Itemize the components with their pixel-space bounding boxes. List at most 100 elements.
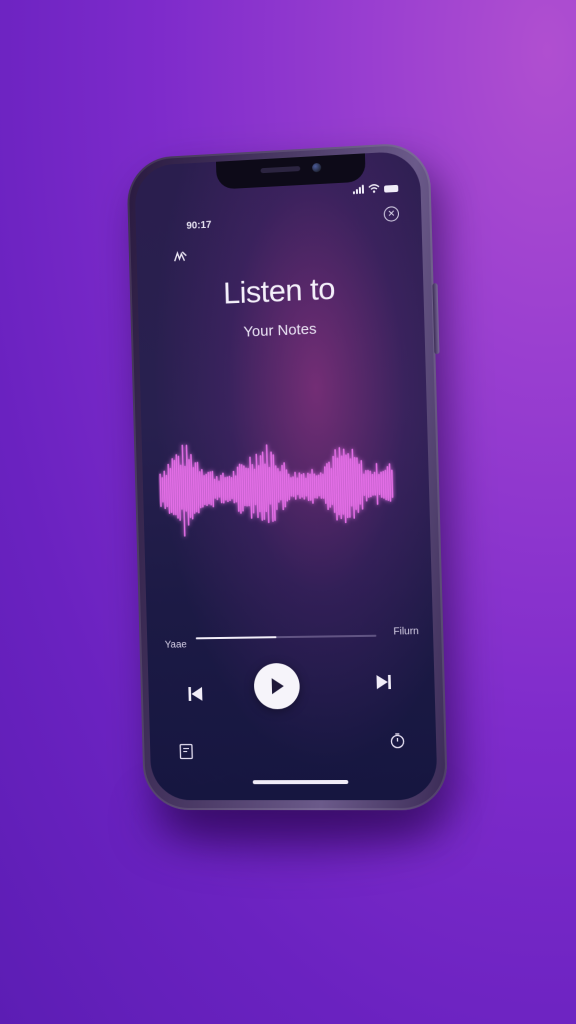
waveform-bar [300,473,303,497]
waveform-bar [368,471,369,497]
waveform-bar [372,475,373,495]
waveform-bar [310,474,311,500]
waveform-bar [281,464,285,511]
status-time: 90:17 [186,219,212,232]
waveform-bar [323,474,324,498]
waveform-bar [292,475,295,497]
waveform-bar [375,472,376,494]
waveform-bar [195,463,196,512]
waveform-bar [202,470,203,507]
waveform-bar [256,454,258,517]
waveform-bar [210,472,211,505]
battery-icon [384,184,399,193]
waveform-bar [352,449,354,518]
signal-icon [352,184,365,195]
waveform-bar [348,454,350,517]
waveform-bar [252,465,253,513]
page-subtitle: Your Notes [243,320,317,341]
waveform-bar [383,472,384,498]
waveform-bar [329,462,330,507]
waveform-bar [164,471,165,508]
waveform-bar [302,472,305,499]
waveform-bar [389,464,390,501]
waveform-bar [185,466,186,510]
waveform-bar [298,471,301,499]
waveform-bar [221,475,222,502]
waveform-bar [370,471,371,496]
waveform-bar [160,474,161,506]
waveform-bar [217,477,218,500]
waveform-bar [285,469,289,502]
waveform-bar [212,472,213,507]
waveform-bar [233,472,234,503]
waveform-bar [200,472,201,508]
waveform-bar [225,478,226,500]
pen-icon[interactable] [173,251,187,264]
waveform-bar [381,472,382,497]
waveform-bar [208,473,209,504]
waveform-bar [317,476,318,498]
waveform-bar [387,467,388,500]
waveform-bar [168,465,169,514]
page-title: Listen to [222,270,336,311]
speaker-grille [260,166,301,174]
play-button[interactable] [253,662,301,710]
waveform-bar [189,460,191,518]
audio-waveform [157,429,398,545]
timer-icon[interactable] [389,732,406,748]
waveform-bar [191,455,193,519]
waveform-bar [264,464,268,513]
remaining-time: Filurn [393,626,419,638]
waveform-bar [268,467,272,506]
waveform-bar [277,468,280,504]
waveform-bar [238,467,239,511]
waveform-bar [333,457,335,513]
waveform-bar [346,455,348,517]
waveform-bar [308,473,309,500]
waveform-bar [294,471,297,500]
waveform-bar [186,445,188,525]
waveform-bar [166,476,167,507]
waveform-bar [178,456,180,520]
waveform-bar [283,462,287,508]
waveform-bar [321,473,322,498]
play-icon [271,679,284,695]
waveform-bar [162,478,163,502]
waveform-bar [275,465,278,511]
waveform-bar [350,459,351,506]
waveform-bar [244,466,245,505]
phone-device: 90:17 ✕ Listen to Your Notes Yaae Filurn [126,141,449,811]
elapsed-time: Yaae [164,639,187,651]
waveform-bar [242,465,243,511]
waveform-bar [366,471,367,501]
skip-previous-icon [188,686,203,701]
close-button[interactable]: ✕ [383,206,400,222]
waveform-bar [331,469,332,505]
phone-screen: 90:17 ✕ Listen to Your Notes Yaae Filurn [134,150,438,801]
wifi-icon [368,183,380,193]
waveform-bar [361,461,362,509]
waveform-bar [248,469,249,506]
skip-previous-button[interactable] [185,684,205,704]
waveform-bar [197,463,198,513]
waveform-bar [314,474,315,497]
skip-next-icon [376,674,392,690]
waveform-bar [174,461,175,515]
note-icon[interactable] [179,744,193,760]
status-icons [352,182,399,195]
waveform-bar [215,479,216,497]
waveform-bar [255,469,256,504]
waveform-bar [325,467,326,503]
waveform-bar [279,471,282,501]
waveform-bar [223,473,224,502]
progress-fill [195,636,277,640]
waveform-bar [246,468,247,505]
waveform-bar [327,464,328,509]
waveform-bar [259,466,260,512]
waveform-bar [364,474,365,495]
waveform-bar [182,445,184,536]
progress-bar[interactable] [195,634,377,640]
home-indicator[interactable] [252,780,349,785]
waveform-bar [357,458,359,512]
skip-next-button[interactable] [373,672,394,692]
